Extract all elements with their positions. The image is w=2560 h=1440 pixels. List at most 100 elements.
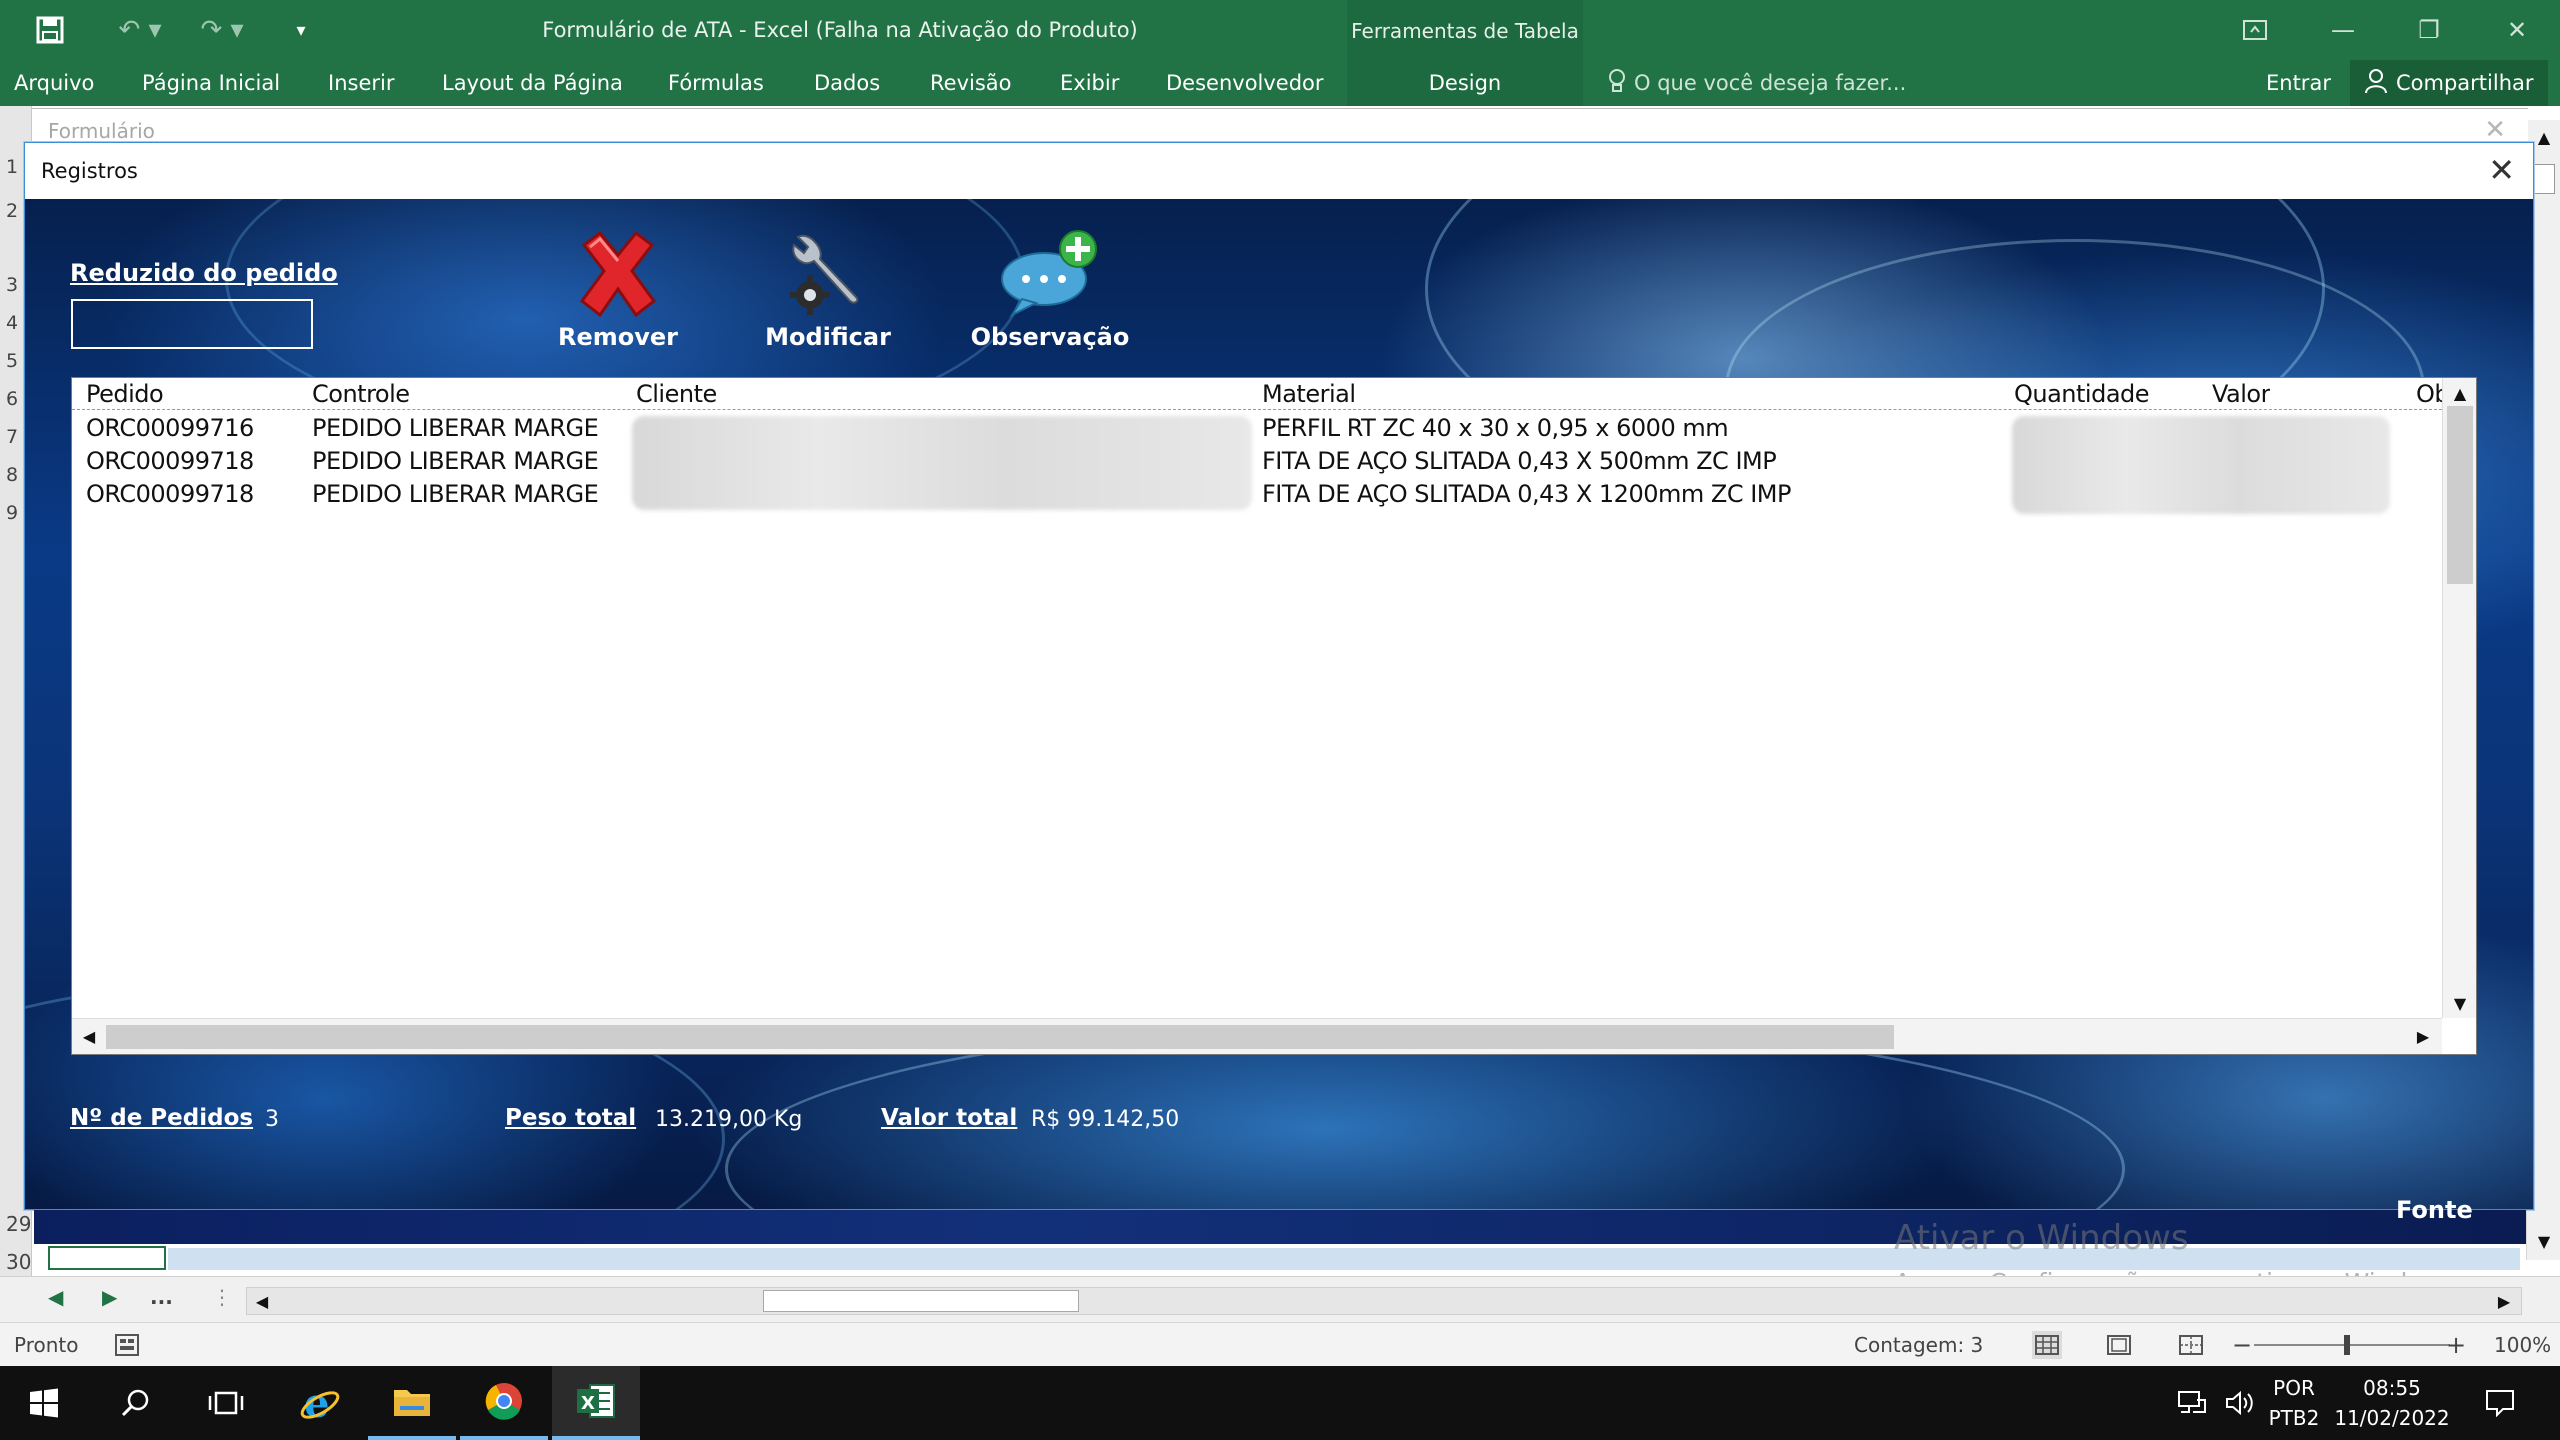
tab-inserir[interactable]: Inserir xyxy=(328,60,394,106)
scroll-down-icon[interactable]: ▼ xyxy=(2445,988,2475,1018)
close-icon[interactable]: ✕ xyxy=(2484,115,2506,145)
scroll-left-icon[interactable]: ◀ xyxy=(74,1021,104,1051)
scroll-right-icon[interactable]: ▶ xyxy=(2408,1021,2438,1051)
column-header-valor: Valor xyxy=(2212,380,2270,408)
dialog-titlebar: Registros ✕ xyxy=(25,143,2533,199)
dialog-title: Registros xyxy=(41,159,138,183)
task-view-icon[interactable] xyxy=(182,1366,270,1440)
remover-button[interactable]: Remover xyxy=(523,225,713,355)
chat-add-icon xyxy=(995,225,1105,321)
tab-exibir[interactable]: Exibir xyxy=(1060,60,1119,106)
more-sheets-button[interactable]: ... xyxy=(150,1285,173,1309)
cell-pedido[interactable]: ORC00099718 xyxy=(86,478,254,511)
reduzido-label: Reduzido do pedido xyxy=(70,259,338,287)
search-icon[interactable] xyxy=(92,1366,180,1440)
scroll-up-icon[interactable]: ▲ xyxy=(2445,378,2475,408)
minimize-icon[interactable]: — xyxy=(2300,0,2386,60)
registros-listbox[interactable]: Pedido Controle Cliente Material Quantid… xyxy=(71,377,2477,1055)
sheet-horizontal-thumb[interactable] xyxy=(763,1290,1079,1312)
pedidos-value: 3 xyxy=(265,1107,279,1132)
sheet-vertical-thumb[interactable] xyxy=(2533,164,2555,194)
splitter-handle[interactable]: ⋮ xyxy=(212,1285,232,1309)
cell-material[interactable]: PERFIL RT ZC 40 x 30 x 0,95 x 6000 mm xyxy=(1262,412,1728,445)
cell-controle[interactable]: PEDIDO LIBERAR MARGE xyxy=(312,478,618,511)
activation-watermark-title: Ativar o Windows xyxy=(1894,1218,2189,1258)
active-cell[interactable] xyxy=(48,1246,166,1270)
zoom-slider[interactable] xyxy=(2254,1344,2450,1346)
previous-sheet-icon[interactable]: ◀ xyxy=(48,1285,63,1309)
tell-me-text: O que você deseja fazer... xyxy=(1634,71,1907,95)
scroll-right-icon[interactable]: ▶ xyxy=(2489,1286,2519,1316)
share-button[interactable]: Compartilhar xyxy=(2350,60,2548,106)
tab-desenvolvedor[interactable]: Desenvolvedor xyxy=(1166,60,1324,106)
page-break-view-icon[interactable] xyxy=(2176,1331,2206,1359)
table-tools-title: Ferramentas de Tabela xyxy=(1351,19,1579,43)
zoom-level[interactable]: 100% xyxy=(2494,1323,2551,1367)
start-windows-icon[interactable] xyxy=(0,1366,88,1440)
zoom-in-icon[interactable]: + xyxy=(2446,1323,2466,1367)
close-icon[interactable]: ✕ xyxy=(2488,143,2515,199)
excel-taskbar-icon[interactable]: X xyxy=(552,1366,640,1440)
tab-formulas[interactable]: Fórmulas xyxy=(668,60,764,106)
person-icon xyxy=(2364,68,2388,99)
clock-time[interactable]: 08:55 xyxy=(2332,1376,2452,1400)
listbox-vertical-thumb[interactable] xyxy=(2447,406,2473,584)
tab-design[interactable]: Design xyxy=(1347,60,1583,106)
network-icon[interactable] xyxy=(2166,1366,2218,1440)
remover-label: Remover xyxy=(557,323,678,351)
observacao-button[interactable]: Observação xyxy=(955,225,1145,355)
macro-record-icon[interactable] xyxy=(112,1331,142,1359)
table-tools-group: Ferramentas de Tabela Design xyxy=(1347,0,1583,106)
tell-me-search[interactable]: O que você deseja fazer... xyxy=(1608,60,1906,106)
tab-revisao[interactable]: Revisão xyxy=(930,60,1012,106)
chrome-icon[interactable] xyxy=(460,1366,548,1440)
column-header-cliente: Cliente xyxy=(636,380,717,408)
language-indicator-bottom[interactable]: PTB2 xyxy=(2264,1406,2324,1430)
cell-pedido[interactable]: ORC00099716 xyxy=(86,412,254,445)
sheet-horizontal-scrollbar[interactable]: ◀ ▶ xyxy=(246,1287,2522,1315)
column-header-quantidade: Quantidade xyxy=(2014,380,2150,408)
normal-view-icon[interactable] xyxy=(2032,1331,2062,1359)
listbox-vertical-scrollbar[interactable]: ▲ ▼ xyxy=(2442,378,2476,1018)
modificar-label: Modificar xyxy=(765,323,891,351)
action-center-icon[interactable] xyxy=(2470,1366,2530,1440)
next-sheet-icon[interactable]: ▶ xyxy=(102,1285,117,1309)
page-layout-view-icon[interactable] xyxy=(2104,1331,2134,1359)
zoom-slider-thumb[interactable] xyxy=(2344,1335,2350,1355)
internet-explorer-icon[interactable]: e xyxy=(276,1366,364,1440)
listbox-horizontal-thumb[interactable] xyxy=(106,1025,1894,1049)
cell-material[interactable]: FITA DE AÇO SLITADA 0,43 X 1200mm ZC IMP xyxy=(1262,478,1791,511)
reduzido-input[interactable] xyxy=(71,299,313,349)
cell-material[interactable]: FITA DE AÇO SLITADA 0,43 X 500mm ZC IMP xyxy=(1262,445,1776,478)
scroll-down-icon[interactable]: ▼ xyxy=(2529,1226,2559,1256)
cell-controle[interactable]: PEDIDO LIBERAR MARGE xyxy=(312,412,618,445)
formulario-title: Formulário xyxy=(48,119,155,143)
tab-arquivo[interactable]: Arquivo xyxy=(14,60,94,106)
share-label: Compartilhar xyxy=(2396,71,2534,95)
sheet-tab-bar: ◀ ▶ ... ⋮ ◀ ▶ xyxy=(0,1276,2560,1322)
red-x-icon xyxy=(563,225,673,321)
cell-controle[interactable]: PEDIDO LIBERAR MARGE xyxy=(312,445,618,478)
clock-date[interactable]: 11/02/2022 xyxy=(2332,1406,2452,1430)
sign-in-link[interactable]: Entrar xyxy=(2266,60,2331,106)
row-number[interactable]: 30 xyxy=(0,1250,32,1274)
modificar-button[interactable]: Modificar xyxy=(733,225,923,355)
tab-pagina-inicial[interactable]: Página Inicial xyxy=(142,60,280,106)
redacted-quantidade-valor xyxy=(2012,416,2390,514)
file-explorer-icon[interactable] xyxy=(368,1366,456,1440)
fonte-label: Fonte xyxy=(2396,1196,2473,1224)
tab-dados[interactable]: Dados xyxy=(814,60,880,106)
lightbulb-icon xyxy=(1608,68,1626,99)
restore-icon[interactable]: ❐ xyxy=(2386,0,2472,60)
zoom-out-icon[interactable]: − xyxy=(2232,1323,2252,1367)
ribbon-display-options-icon[interactable] xyxy=(2212,0,2298,60)
cell-pedido[interactable]: ORC00099718 xyxy=(86,445,254,478)
row-number[interactable]: 29 xyxy=(0,1212,32,1236)
listbox-horizontal-scrollbar[interactable]: ◀ ▶ xyxy=(72,1018,2442,1054)
volume-icon[interactable] xyxy=(2216,1366,2264,1440)
scroll-left-icon[interactable]: ◀ xyxy=(247,1286,277,1316)
close-icon[interactable]: ✕ xyxy=(2474,0,2560,60)
language-indicator-top[interactable]: POR xyxy=(2264,1376,2324,1400)
valor-label: Valor total xyxy=(881,1105,1018,1131)
tab-layout-da-pagina[interactable]: Layout da Página xyxy=(442,60,623,106)
